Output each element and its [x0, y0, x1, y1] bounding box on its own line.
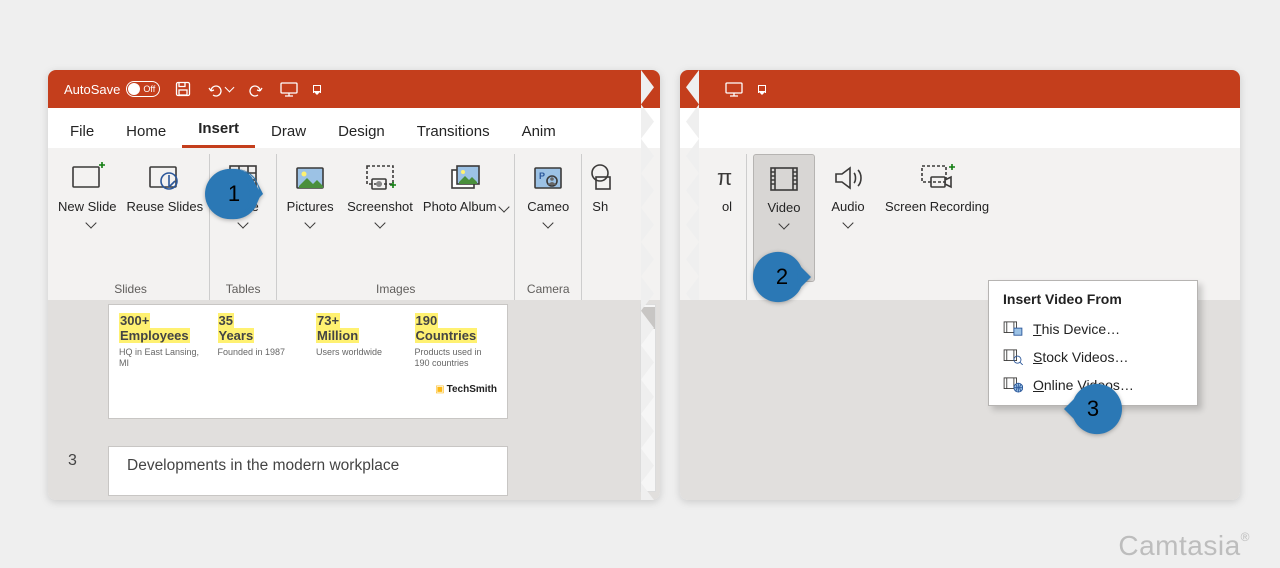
slide-brand: TechSmith [119, 384, 497, 395]
tab-insert[interactable]: Insert [182, 110, 255, 148]
photo-album-button[interactable]: Photo Album [419, 154, 512, 282]
screenshot-icon [360, 160, 400, 196]
pictures-button[interactable]: Pictures [279, 154, 341, 282]
stat-million: 73+Million Users worldwide [316, 313, 399, 370]
svg-text:π: π [717, 165, 732, 190]
shapes-button-cut[interactable]: Sh [584, 154, 616, 282]
tab-draw[interactable]: Draw [255, 113, 322, 148]
undo-button[interactable] [206, 80, 233, 98]
video-menu-title: Insert Video From [989, 289, 1197, 315]
slide-3-title: Developments in the modern workplace [127, 457, 489, 475]
tab-file[interactable]: File [58, 113, 110, 148]
video-icon [764, 161, 804, 197]
slide-number-3: 3 [68, 452, 77, 470]
group-images: Pictures Screenshot Photo Album Images [277, 154, 515, 300]
save-button[interactable] [174, 80, 192, 98]
new-slide-button[interactable]: New Slide. [54, 154, 121, 282]
present-button-right[interactable] [724, 80, 744, 98]
film-device-icon [1003, 321, 1023, 337]
group-slides: New Slide. Reuse Slides Slides [52, 154, 210, 300]
customize-qat-button-right[interactable] [758, 85, 766, 93]
group-label-images: Images [376, 282, 415, 300]
stat-countries: 190Countries Products used in 190 countr… [415, 313, 498, 370]
audio-icon [828, 160, 868, 196]
menu-item-stock-videos[interactable]: Stock Videos… [989, 343, 1197, 371]
autosave-label: AutoSave [64, 82, 120, 97]
group-camera: P Cameo Camera [515, 154, 582, 300]
group-symbols-cut: π ol [708, 154, 746, 300]
autosave-toggle[interactable]: AutoSave Off [64, 81, 160, 97]
title-bar: AutoSave Off [48, 70, 660, 108]
film-search-icon [1003, 349, 1023, 365]
stat-years: 35Years Founded in 1987 [218, 313, 301, 370]
symbol-button-cut[interactable]: π ol [710, 154, 744, 282]
reuse-slides-button[interactable]: Reuse Slides [123, 154, 208, 282]
group-shapes-cut: Sh [582, 154, 618, 300]
symbol-icon: π [715, 160, 739, 196]
tab-transitions[interactable]: Transitions [401, 113, 506, 148]
photo-album-icon [446, 160, 486, 196]
tab-animations-cut[interactable]: Anim [506, 113, 572, 148]
ribbon: New Slide. Reuse Slides Slides Table [48, 148, 660, 300]
ribbon-tabs-right [680, 108, 1240, 148]
pictures-icon [290, 160, 330, 196]
shapes-icon [588, 160, 612, 196]
group-label-slides: Slides [114, 282, 147, 300]
ribbon-tabs: File Home Insert Draw Design Transitions… [48, 108, 660, 148]
new-slide-icon [67, 160, 107, 196]
callout-1: 1 [205, 165, 263, 223]
group-label-tables: Tables [226, 282, 261, 300]
screenshot-button[interactable]: Screenshot [343, 154, 417, 282]
camtasia-watermark: Camtasia® [1118, 530, 1250, 562]
audio-button[interactable]: Audio [817, 154, 879, 282]
reuse-slides-icon [145, 160, 185, 196]
thumbnail-scrollbar[interactable] [640, 304, 656, 492]
toggle-switch[interactable]: Off [126, 81, 160, 97]
svg-text:P: P [539, 171, 545, 181]
film-globe-icon [1003, 377, 1023, 393]
screen-recording-icon [917, 160, 957, 196]
callout-3: 3 [1064, 380, 1122, 438]
cameo-button[interactable]: P Cameo [517, 154, 579, 282]
redo-button[interactable] [247, 80, 265, 98]
powerpoint-window-left: AutoSave Off File Home Insert Draw Desig… [48, 70, 660, 500]
tab-design[interactable]: Design [322, 113, 401, 148]
cameo-icon: P [528, 160, 568, 196]
screen-recording-button[interactable]: Screen Recording [881, 154, 993, 282]
callout-2: 2 [753, 248, 811, 306]
stat-employees: 300+Employees HQ in East Lansing, MI [119, 313, 202, 370]
slide-thumbnail-pane: 300+Employees HQ in East Lansing, MI 35Y… [48, 300, 660, 500]
title-bar-right [680, 70, 1240, 108]
group-label-camera: Camera [527, 282, 570, 300]
present-button[interactable] [279, 80, 299, 98]
slide-thumbnail-2[interactable]: 300+Employees HQ in East Lansing, MI 35Y… [108, 304, 508, 419]
slide-thumbnail-3[interactable]: Developments in the modern workplace [108, 446, 508, 496]
tab-home[interactable]: Home [110, 113, 182, 148]
customize-qat-button[interactable] [313, 85, 321, 93]
scrollbar-thumb[interactable] [641, 307, 655, 329]
menu-item-this-device[interactable]: This Device… [989, 315, 1197, 343]
